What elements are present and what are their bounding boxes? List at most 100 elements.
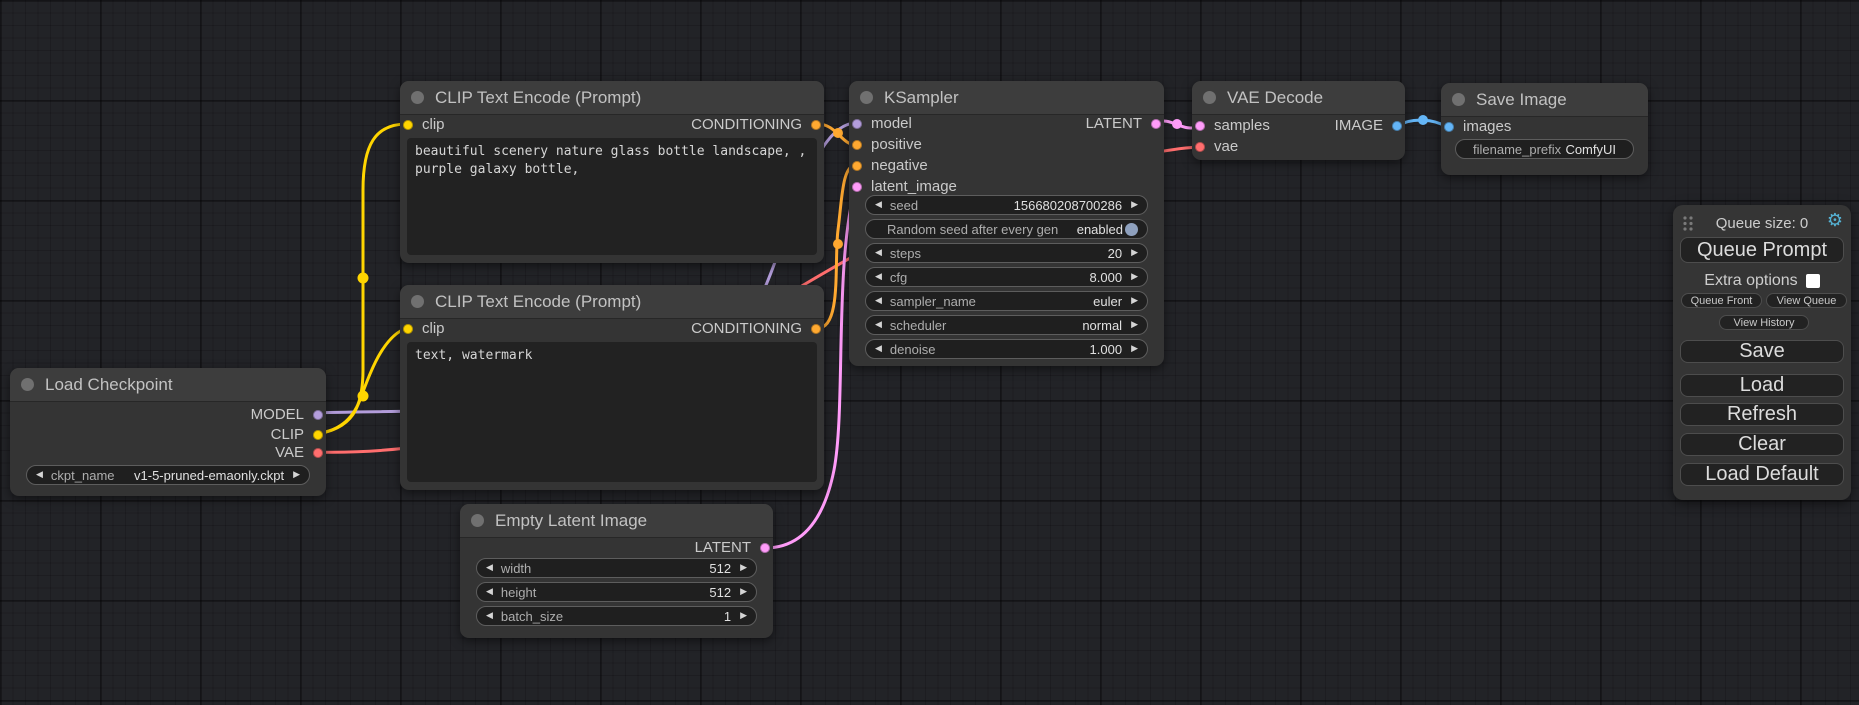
load-default-button[interactable]: Load Default [1680, 463, 1844, 486]
extra-options-checkbox[interactable] [1806, 274, 1820, 288]
cfg-widget[interactable]: ◀ cfg 8.000 ▶ [865, 267, 1148, 287]
right-arrow-icon[interactable]: ▶ [1131, 249, 1138, 258]
height-widget[interactable]: ◀ height 512 ▶ [476, 582, 757, 602]
node-title-bar[interactable]: Save Image [1441, 83, 1648, 117]
input-label: clip [422, 320, 445, 337]
input-latent-image: latent_image [852, 176, 957, 197]
negative-input-port[interactable] [852, 161, 862, 171]
conditioning-output-port[interactable] [811, 120, 821, 130]
node-title-bar[interactable]: CLIP Text Encode (Prompt) [400, 285, 824, 319]
output-label: CONDITIONING [691, 320, 802, 337]
gear-icon[interactable]: ⚙ [1827, 210, 1843, 231]
node-save-image[interactable]: Save Image images filename_prefix ComfyU… [1441, 83, 1648, 175]
right-arrow-icon[interactable]: ▶ [1131, 201, 1138, 210]
sampler-name-widget[interactable]: ◀ sampler_name euler ▶ [865, 291, 1148, 311]
left-arrow-icon[interactable]: ◀ [486, 564, 493, 573]
right-arrow-icon[interactable]: ▶ [1131, 345, 1138, 354]
collapse-dot[interactable] [1452, 93, 1465, 106]
node-empty-latent-image[interactable]: Empty Latent Image LATENT ◀ width 512 ▶ … [460, 504, 773, 638]
link-dot[interactable] [833, 128, 843, 138]
latent-output-port[interactable] [1151, 119, 1161, 129]
right-arrow-icon[interactable]: ▶ [1131, 273, 1138, 282]
steps-widget[interactable]: ◀ steps 20 ▶ [865, 243, 1148, 263]
collapse-dot[interactable] [860, 91, 873, 104]
samples-input-port[interactable] [1195, 121, 1205, 131]
filename-prefix-widget[interactable]: filename_prefix ComfyUI [1455, 139, 1634, 159]
image-output-port[interactable] [1392, 121, 1402, 131]
images-input-port[interactable] [1444, 122, 1454, 132]
clip-input-port[interactable] [403, 120, 413, 130]
node-vae-decode[interactable]: VAE Decode samples vae IMAGE [1192, 81, 1405, 160]
latent-output-port[interactable] [760, 543, 770, 553]
node-title-bar[interactable]: Empty Latent Image [460, 504, 773, 538]
node-title-bar[interactable]: VAE Decode [1192, 81, 1405, 115]
collapse-dot[interactable] [471, 514, 484, 527]
scheduler-widget[interactable]: ◀ scheduler normal ▶ [865, 315, 1148, 335]
right-arrow-icon[interactable]: ▶ [740, 588, 747, 597]
ckpt-name-widget[interactable]: ◀ ckpt_name v1-5-pruned-emaonly.ckpt ▶ [26, 465, 310, 485]
node-title-bar[interactable]: KSampler [849, 81, 1164, 115]
model-output-port[interactable] [313, 410, 323, 420]
comfyui-canvas[interactable]: { "colors": { "model": "#B39DDB", "clip"… [0, 0, 1859, 705]
right-arrow-icon[interactable]: ▶ [740, 564, 747, 573]
left-arrow-icon[interactable]: ◀ [486, 612, 493, 621]
link-dot[interactable] [833, 239, 843, 249]
node-load-checkpoint[interactable]: Load Checkpoint MODEL CLIP VAE ◀ ckpt_na… [10, 368, 326, 496]
left-arrow-icon[interactable]: ◀ [875, 297, 882, 306]
model-input-port[interactable] [852, 119, 862, 129]
right-arrow-icon[interactable]: ▶ [1131, 321, 1138, 330]
collapse-dot[interactable] [411, 295, 424, 308]
widget-label: seed [890, 198, 918, 213]
positive-prompt-textarea[interactable]: beautiful scenery nature glass bottle la… [407, 138, 817, 255]
node-title-bar[interactable]: Load Checkpoint [10, 368, 326, 402]
left-arrow-icon[interactable]: ◀ [875, 273, 882, 282]
node-clip-text-encode-positive[interactable]: CLIP Text Encode (Prompt) clip CONDITION… [400, 81, 824, 263]
view-history-button[interactable]: View History [1719, 315, 1809, 330]
queue-prompt-button[interactable]: Queue Prompt [1680, 237, 1844, 263]
view-queue-button[interactable]: View Queue [1766, 293, 1847, 308]
node-ksampler[interactable]: KSampler model positive negative latent_… [849, 81, 1164, 366]
link-dot[interactable] [1172, 119, 1182, 129]
refresh-button[interactable]: Refresh [1680, 403, 1844, 426]
left-arrow-icon[interactable]: ◀ [875, 201, 882, 210]
negative-prompt-textarea[interactable]: text, watermark [407, 342, 817, 482]
widget-value: 20 [1108, 246, 1122, 261]
collapse-dot[interactable] [21, 378, 34, 391]
output-vae: VAE [275, 442, 323, 463]
conditioning-output-port[interactable] [811, 324, 821, 334]
save-button[interactable]: Save [1680, 340, 1844, 363]
denoise-widget[interactable]: ◀ denoise 1.000 ▶ [865, 339, 1148, 359]
collapse-dot[interactable] [411, 91, 424, 104]
right-arrow-icon[interactable]: ▶ [740, 612, 747, 621]
node-clip-text-encode-negative[interactable]: CLIP Text Encode (Prompt) clip CONDITION… [400, 285, 824, 490]
positive-input-port[interactable] [852, 140, 862, 150]
random-seed-toggle-widget[interactable]: Random seed after every gen enabled [865, 219, 1148, 239]
clip-output-port[interactable] [313, 430, 323, 440]
right-arrow-icon[interactable]: ▶ [293, 471, 300, 480]
vae-output-port[interactable] [313, 448, 323, 458]
right-arrow-icon[interactable]: ▶ [1131, 297, 1138, 306]
latent-input-port[interactable] [852, 182, 862, 192]
link-clip-to-negative [314, 328, 407, 434]
load-button[interactable]: Load [1680, 374, 1844, 397]
queue-front-button[interactable]: Queue Front [1681, 293, 1762, 308]
left-arrow-icon[interactable]: ◀ [875, 345, 882, 354]
link-dot[interactable] [358, 273, 369, 284]
clear-button[interactable]: Clear [1680, 433, 1844, 456]
link-dot[interactable] [1418, 115, 1428, 125]
seed-widget[interactable]: ◀ seed 156680208700286 ▶ [865, 195, 1148, 215]
batch-size-widget[interactable]: ◀ batch_size 1 ▶ [476, 606, 757, 626]
left-arrow-icon[interactable]: ◀ [875, 321, 882, 330]
toggle-circle-icon[interactable] [1125, 223, 1138, 236]
clip-input-port[interactable] [403, 324, 413, 334]
width-widget[interactable]: ◀ width 512 ▶ [476, 558, 757, 578]
vae-input-port[interactable] [1195, 142, 1205, 152]
collapse-dot[interactable] [1203, 91, 1216, 104]
left-arrow-icon[interactable]: ◀ [36, 471, 43, 480]
input-label: positive [871, 136, 922, 153]
input-images: images [1444, 116, 1511, 137]
left-arrow-icon[interactable]: ◀ [486, 588, 493, 597]
node-title-bar[interactable]: CLIP Text Encode (Prompt) [400, 81, 824, 115]
left-arrow-icon[interactable]: ◀ [875, 249, 882, 258]
link-dot[interactable] [358, 391, 369, 402]
